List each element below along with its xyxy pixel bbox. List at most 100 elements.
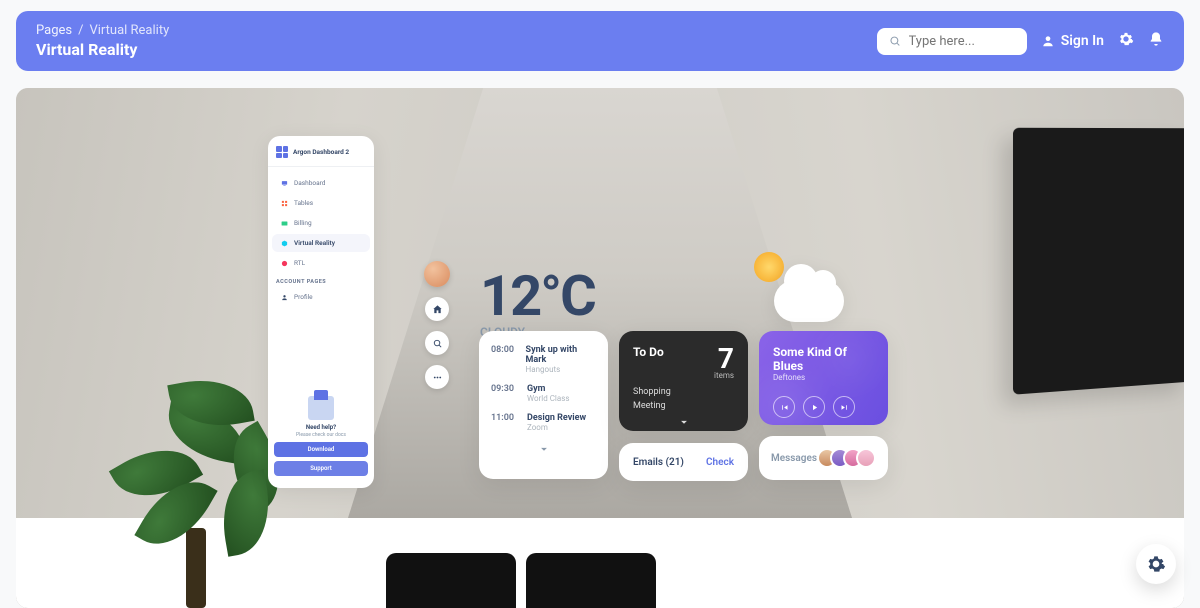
chair-prop [526,553,656,608]
temperature-value: 12°C [480,263,595,329]
home-icon [432,304,443,315]
music-artist: Deftones [773,373,874,382]
schedule-row[interactable]: 11:00 Design Review Zoom [491,413,596,432]
settings-fab[interactable] [1136,544,1176,584]
messages-label: Messages [771,453,817,464]
search-fab[interactable] [425,331,449,355]
schedule-title: Design Review [527,413,586,423]
docs-icon [306,394,336,420]
gear-icon [1146,554,1166,574]
settings-button[interactable] [1118,31,1134,51]
schedule-row[interactable]: 09:30 Gym World Class [491,384,596,403]
user-icon [1041,34,1055,48]
user-icon [280,293,288,301]
sidebar-item-label: Dashboard [294,179,325,187]
float-column [424,261,450,389]
schedule-row[interactable]: 08:00 Synk up with Mark Hangouts [491,345,596,374]
need-help-sub: Please check our docs [274,432,368,438]
schedule-time: 11:00 [491,413,517,432]
search-input[interactable] [909,34,1015,49]
sidebar-item-label: Virtual Reality [294,239,335,247]
todo-card: To Do 7 items Shopping Meeting [619,331,748,431]
tv-screen-icon [280,179,288,187]
messages-card[interactable]: Messages [759,436,888,480]
search-icon [432,338,443,349]
cube-icon [280,239,288,247]
support-button[interactable]: Support [274,461,368,476]
chevron-down-icon[interactable] [677,415,691,429]
breadcrumb-sep: / [78,23,83,38]
schedule-card: 08:00 Synk up with Mark Hangouts 09:30 G… [479,331,608,479]
sidebar-item-label: Profile [294,293,313,301]
chair-prop [386,553,516,608]
signin-button[interactable]: Sign In [1041,33,1104,49]
sidebar-item-profile[interactable]: Profile [272,288,370,306]
signin-label: Sign In [1061,33,1104,49]
weather-readout: 12°C CLOUDY [480,263,595,339]
schedule-sub: Zoom [527,423,586,432]
gear-icon [1118,31,1134,47]
avatar[interactable] [424,261,450,287]
more-button[interactable] [425,365,449,389]
todo-item: Shopping [633,386,734,400]
music-card: Some Kind Of Blues Deftones [759,331,888,425]
sidebar-section-header: ACCOUNT PAGES [268,273,374,287]
schedule-time: 09:30 [491,384,517,403]
need-help-title: Need help? [274,424,368,431]
todo-heading: To Do [633,345,664,359]
notifications-button[interactable] [1148,31,1164,51]
emails-card: Emails (21) Check [619,443,748,481]
grid-icon [280,199,288,207]
avatar-stack [817,448,876,468]
tv-prop [1013,128,1184,395]
prev-icon [780,403,789,412]
sidebar-item-label: Billing [294,219,312,227]
prev-button[interactable] [773,396,795,418]
cloud-icon [774,280,844,322]
sidebar-item-virtual-reality[interactable]: Virtual Reality [272,234,370,252]
vr-canvas: Argon Dashboard 2 Dashboard Tables Billi… [16,88,1184,608]
chevron-down-icon[interactable] [537,442,551,456]
sidebar-item-billing[interactable]: Billing [272,214,370,232]
sidebar-item-tables[interactable]: Tables [272,194,370,212]
todo-count: 7 [714,345,734,373]
page-title: Virtual Reality [36,40,169,59]
sidebar-item-label: Tables [294,199,313,207]
brand-icon [276,146,288,158]
brand-label: Argon Dashboard 2 [293,148,349,156]
schedule-time: 08:00 [491,345,516,374]
schedule-sub: Hangouts [526,365,596,374]
schedule-sub: World Class [527,394,569,403]
sidebar-item-dashboard[interactable]: Dashboard [272,174,370,192]
weather-glyph [744,248,844,328]
breadcrumb-leaf: Virtual Reality [89,23,169,38]
download-button[interactable]: Download [274,442,368,457]
home-button[interactable] [425,297,449,321]
search-icon [889,34,901,48]
card-icon [280,219,288,227]
sidebar-item-rtl[interactable]: RTL [272,254,370,272]
schedule-title: Synk up with Mark [526,345,596,365]
ellipsis-icon [432,372,443,383]
play-icon [810,403,819,412]
bell-icon [1148,31,1164,47]
todo-item: Meeting [633,400,734,414]
brand[interactable]: Argon Dashboard 2 [268,146,374,167]
next-button[interactable] [833,396,855,418]
next-icon [840,403,849,412]
todo-items-label: items [714,371,734,380]
music-title: Some Kind Of Blues [773,345,874,373]
emails-label: Emails (21) [633,457,684,468]
topbar: Pages / Virtual Reality Virtual Reality … [16,11,1184,71]
breadcrumb: Pages / Virtual Reality Virtual Reality [36,23,169,59]
play-button[interactable] [803,396,825,418]
globe-icon [280,259,288,267]
breadcrumb-root[interactable]: Pages [36,23,72,38]
sidebar: Argon Dashboard 2 Dashboard Tables Billi… [268,136,374,488]
emails-check-link[interactable]: Check [706,457,734,468]
avatar [856,448,876,468]
sun-icon [754,252,784,282]
sidebar-item-label: RTL [294,259,305,267]
schedule-title: Gym [527,384,569,394]
search-box[interactable] [877,28,1027,55]
